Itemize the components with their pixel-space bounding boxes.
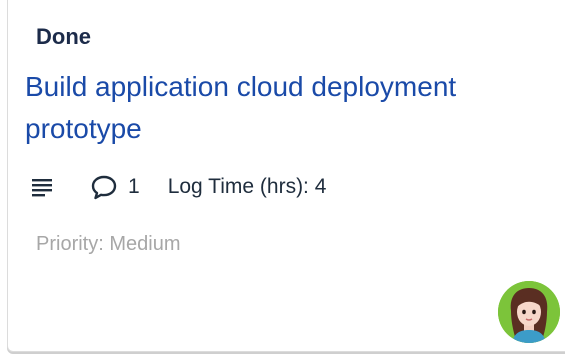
log-time-text: Log Time (hrs): 4: [167, 175, 327, 198]
task-title-link[interactable]: Build application cloud deployment proto…: [25, 66, 545, 150]
comment-count: 1: [128, 175, 140, 198]
description-lines-icon[interactable]: [30, 175, 54, 199]
priority-text: Priority: Medium: [36, 233, 181, 255]
status-label: Done: [36, 24, 91, 49]
card-meta-row: 1 Log Time (hrs): 4: [30, 170, 326, 204]
comment-bubble-icon[interactable]: [90, 174, 118, 200]
task-card[interactable]: Done Build application cloud deployment …: [7, 0, 565, 352]
assignee-avatar[interactable]: [498, 281, 560, 343]
